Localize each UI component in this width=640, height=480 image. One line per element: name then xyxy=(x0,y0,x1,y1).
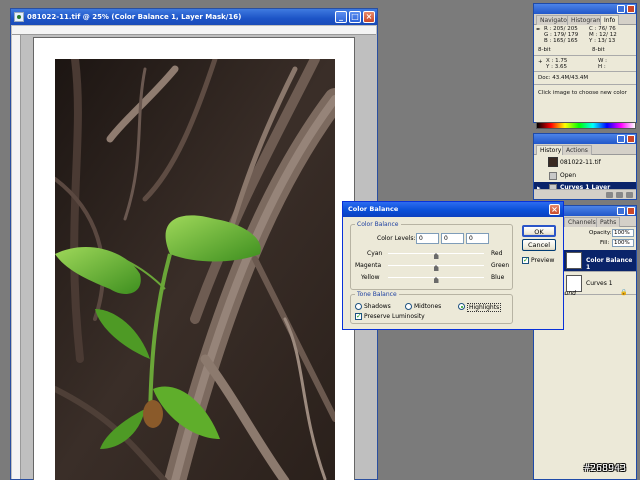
history-item[interactable]: Open xyxy=(534,170,636,182)
color-ramp[interactable] xyxy=(536,122,636,129)
cancel-button[interactable]: Cancel xyxy=(522,239,556,251)
history-state-icon xyxy=(549,172,557,180)
dialog-close-button[interactable]: × xyxy=(549,204,560,215)
history-snapshot[interactable]: 081022-11.tif xyxy=(534,156,636,170)
close-icon[interactable] xyxy=(627,135,635,143)
vertical-ruler[interactable] xyxy=(12,35,21,479)
midtones-radio[interactable] xyxy=(405,303,412,310)
ok-button[interactable]: OK xyxy=(522,225,556,237)
shadows-label: Shadows xyxy=(364,303,391,310)
maximize-button[interactable]: □ xyxy=(349,11,361,23)
color-levels-label: Color Levels: xyxy=(377,235,416,242)
crosshair-icon: + xyxy=(538,59,543,65)
layer-name: Curves 1 xyxy=(586,280,613,287)
new-document-icon[interactable] xyxy=(616,192,623,198)
minimize-icon[interactable] xyxy=(617,207,625,215)
slider-left-label: Yellow xyxy=(361,274,380,281)
tab-channels[interactable]: Channels xyxy=(564,217,600,227)
divider xyxy=(534,84,636,85)
photoshop-document-icon xyxy=(14,12,24,22)
info-y: Y : 13/ 13 xyxy=(589,38,616,44)
dialog-title-bar[interactable]: Color Balance × xyxy=(343,202,563,217)
preserve-luminosity-checkbox[interactable]: ✓ xyxy=(355,313,362,320)
tab-paths[interactable]: Paths xyxy=(596,217,621,227)
info-y-coord: Y : 3.65 xyxy=(546,64,567,70)
tab-info[interactable]: Info xyxy=(600,15,620,25)
highlights-label: Highlights xyxy=(467,303,502,312)
close-icon[interactable] xyxy=(627,207,635,215)
preview-checkbox[interactable]: ✓ xyxy=(522,257,529,264)
tab-history[interactable]: History xyxy=(536,145,566,155)
snapshot-thumbnail xyxy=(548,157,558,167)
shadows-radio[interactable] xyxy=(355,303,362,310)
history-panel[interactable]: History Actions 081022-11.tif Open ▸ Cur… xyxy=(533,133,637,200)
history-button-bar xyxy=(534,189,636,199)
layer-mask-thumbnail[interactable] xyxy=(566,252,582,269)
slider-right-label: Green xyxy=(491,262,510,269)
slider-right-label: Blue xyxy=(491,274,505,281)
history-item-label: Open xyxy=(560,172,577,179)
slider-left-label: Magenta xyxy=(355,262,382,269)
close-icon[interactable] xyxy=(627,5,635,13)
new-snapshot-icon[interactable] xyxy=(606,192,613,198)
magenta-green-level-input[interactable]: 0 xyxy=(441,233,464,244)
minimize-button[interactable]: _ xyxy=(335,11,347,23)
info-hint: Click image to choose new color xyxy=(538,90,627,96)
fill-field[interactable]: 100% xyxy=(612,239,634,247)
watermark: #268943 xyxy=(584,463,627,474)
document-window[interactable]: 081022-11.tif @ 25% (Color Balance 1, La… xyxy=(10,8,378,480)
info-bits-right: 8-bit xyxy=(592,47,605,53)
cyan-red-level-input[interactable]: 0 xyxy=(416,233,439,244)
eyedropper-icon: ✒ xyxy=(536,27,541,33)
dialog-title: Color Balance xyxy=(348,205,399,213)
lock-icon: 🔒 xyxy=(620,289,628,296)
opacity-label: Opacity: xyxy=(589,230,612,236)
horizontal-ruler[interactable] xyxy=(12,26,376,35)
tab-actions[interactable]: Actions xyxy=(562,145,592,155)
document-image[interactable] xyxy=(55,59,335,480)
info-doc-size: Doc: 43.4M/43.4M xyxy=(538,75,589,81)
divider xyxy=(534,71,636,72)
minimize-icon[interactable] xyxy=(617,135,625,143)
minimize-icon[interactable] xyxy=(617,5,625,13)
info-b: B : 165/ 165 xyxy=(544,38,578,44)
info-h: H : xyxy=(598,64,606,70)
preview-label: Preview xyxy=(531,257,555,264)
group-label: Tone Balance xyxy=(357,291,397,298)
info-tabs: Navigator Histogram Info xyxy=(534,14,636,25)
highlights-radio[interactable] xyxy=(458,303,465,310)
fill-label: Fill: xyxy=(600,240,610,246)
info-panel[interactable]: Navigator Histogram Info ✒ R : 205/ 205 … xyxy=(533,3,637,123)
history-item-label: 081022-11.tif xyxy=(560,159,601,166)
document-title: 081022-11.tif @ 25% (Color Balance 1, La… xyxy=(27,13,242,21)
history-tabs: History Actions xyxy=(534,144,636,155)
slider-left-label: Cyan xyxy=(367,250,383,257)
slider-right-label: Red xyxy=(491,250,503,257)
preserve-luminosity-label: Preserve Luminosity xyxy=(364,313,425,320)
trash-icon[interactable] xyxy=(626,192,633,198)
roots-and-seedling-photo xyxy=(55,59,335,480)
opacity-field[interactable]: 100% xyxy=(612,229,634,237)
info-panel-title-bar[interactable] xyxy=(534,4,636,14)
group-label: Color Balance xyxy=(357,221,399,228)
history-panel-title-bar[interactable] xyxy=(534,134,636,144)
close-button[interactable]: × xyxy=(363,11,375,23)
divider xyxy=(534,55,636,56)
info-bits-left: 8-bit xyxy=(538,47,551,53)
midtones-label: Midtones xyxy=(414,303,442,310)
color-balance-dialog[interactable]: Color Balance × Color Balance Color Leve… xyxy=(342,201,564,330)
yellow-blue-level-input[interactable]: 0 xyxy=(466,233,489,244)
document-title-bar[interactable]: 081022-11.tif @ 25% (Color Balance 1, La… xyxy=(11,9,377,25)
layer-name: Color Balance 1 xyxy=(586,257,633,271)
